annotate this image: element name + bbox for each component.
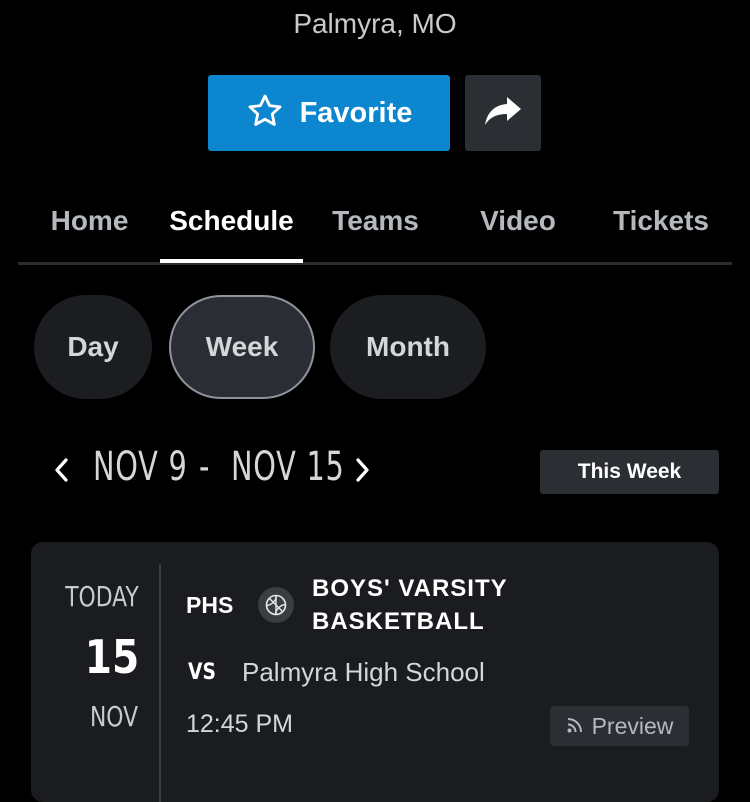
event-title: BOYS' VARSITY BASKETBALL	[312, 572, 572, 638]
active-tab-indicator	[160, 259, 303, 263]
week-range-separator: -	[199, 444, 211, 490]
team-abbreviation: PHS	[186, 592, 234, 618]
favorite-label: Favorite	[299, 96, 413, 129]
event-time: 12:45 PM	[186, 710, 294, 738]
event-date-label: TODAY	[65, 580, 139, 613]
section-tabs: Home Schedule Teams Video Tickets	[18, 190, 732, 265]
rss-icon	[566, 713, 584, 740]
preview-label: Preview	[591, 712, 674, 739]
previous-week-button[interactable]	[49, 455, 73, 489]
this-week-button[interactable]: This Week	[540, 450, 719, 494]
event-title-line2: BASKETBALL	[312, 608, 485, 635]
event-card[interactable]: TODAY 15 NOV PHS BOYS' VARSITY BASKETBAL…	[31, 542, 719, 802]
tab-tickets[interactable]: Tickets	[603, 190, 719, 262]
vs-label: VS	[188, 660, 216, 685]
favorite-button[interactable]: Favorite	[208, 75, 450, 151]
share-button[interactable]	[465, 75, 541, 151]
view-month-button[interactable]: Month	[330, 295, 486, 399]
view-day-button[interactable]: Day	[34, 295, 152, 399]
share-arrow-icon	[483, 94, 523, 133]
tab-teams[interactable]: Teams	[323, 190, 428, 262]
week-range-start: NOV 9	[93, 444, 188, 490]
date-divider	[159, 564, 161, 802]
event-title-line1: BOYS' VARSITY	[312, 575, 508, 602]
tab-home[interactable]: Home	[42, 190, 137, 262]
tab-video[interactable]: Video	[468, 190, 568, 262]
chevron-left-icon	[53, 457, 69, 488]
preview-button[interactable]: Preview	[550, 706, 689, 746]
next-week-button[interactable]	[351, 455, 375, 489]
opponent-name[interactable]: Palmyra High School	[242, 657, 485, 688]
chevron-right-icon	[355, 457, 371, 488]
basketball-icon	[258, 587, 294, 623]
star-outline-icon	[246, 92, 284, 135]
view-week-button[interactable]: Week	[169, 295, 315, 399]
location-text: Palmyra, MO	[293, 8, 457, 39]
week-range-end: NOV 15	[231, 444, 345, 490]
tab-schedule[interactable]: Schedule	[160, 190, 303, 262]
